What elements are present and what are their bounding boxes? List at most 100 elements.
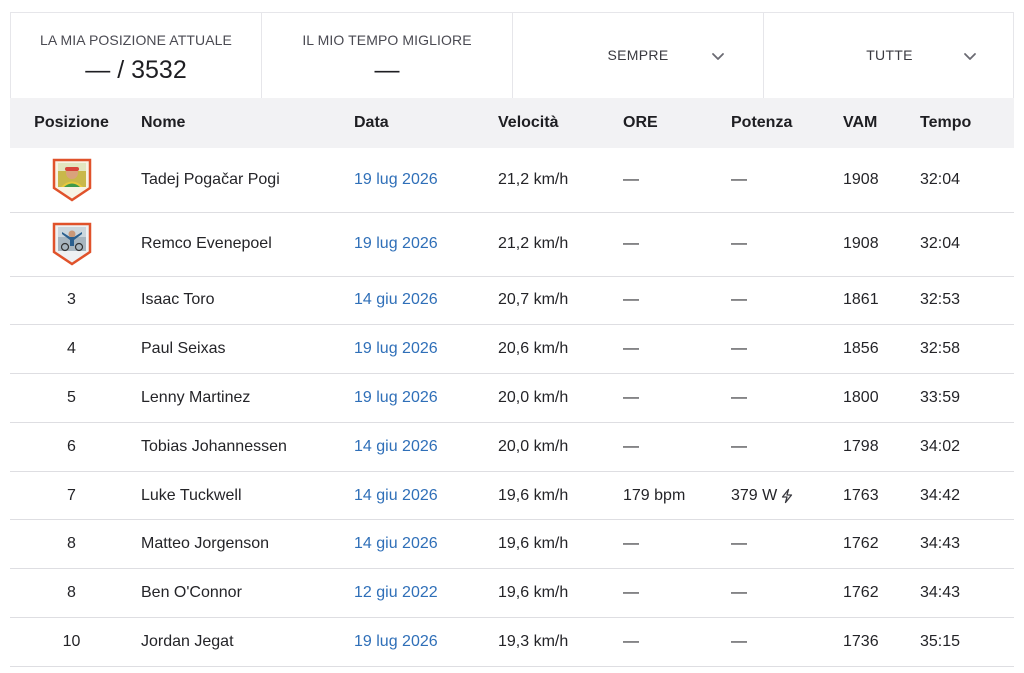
effort-date-link[interactable]: 14 giu 2026	[354, 422, 498, 472]
vam-cell: 1763	[843, 471, 920, 521]
vam-cell: 1798	[843, 422, 920, 472]
rider-name[interactable]: Matteo Jorgenson	[133, 519, 354, 570]
heart-rate-cell: —	[623, 422, 731, 472]
column-header-power[interactable]: Potenza	[731, 98, 843, 148]
power-cell: —	[731, 212, 843, 277]
power-cell: —	[731, 276, 843, 326]
rider-name[interactable]: Paul Seixas	[133, 324, 354, 375]
heart-rate-cell: —	[623, 324, 731, 375]
column-header-name[interactable]: Nome	[133, 98, 354, 148]
rider-name[interactable]: Tadej Pogačar Pogi	[133, 148, 354, 213]
table-row[interactable]: 8 Matteo Jorgenson 14 giu 2026 19,6 km/h…	[10, 519, 1014, 570]
my-position-value: — / 3532	[85, 56, 187, 84]
my-position-cell: LA MIA POSIZIONE ATTUALE — / 3532	[11, 13, 262, 98]
effort-date-link[interactable]: 19 lug 2026	[354, 617, 498, 667]
chevron-down-icon	[712, 53, 724, 60]
vam-cell: 1762	[843, 568, 920, 619]
effort-date-link[interactable]: 19 lug 2026	[354, 212, 498, 277]
table-row[interactable]: 10 Jordan Jegat 19 lug 2026 19,3 km/h — …	[10, 617, 1014, 667]
time-cell: 32:58	[920, 324, 1014, 375]
rider-name[interactable]: Luke Tuckwell	[133, 471, 354, 521]
table-row[interactable]: Tadej Pogačar Pogi 19 lug 2026 21,2 km/h…	[10, 148, 1014, 213]
table-row[interactable]: 3 Isaac Toro 14 giu 2026 20,7 km/h — — 1…	[10, 276, 1014, 326]
position-cell: 5	[10, 373, 133, 423]
column-header-time[interactable]: Tempo	[920, 98, 1014, 148]
vam-cell: 1762	[843, 519, 920, 570]
effort-date-link[interactable]: 19 lug 2026	[354, 373, 498, 423]
time-cell: 32:04	[920, 212, 1014, 277]
time-cell: 35:15	[920, 617, 1014, 667]
table-row[interactable]: 6 Tobias Johannessen 14 giu 2026 20,0 km…	[10, 422, 1014, 472]
column-header-vam[interactable]: VAM	[843, 98, 920, 148]
vam-cell: 1800	[843, 373, 920, 423]
time-cell: 34:02	[920, 422, 1014, 472]
speed-cell: 21,2 km/h	[498, 148, 623, 213]
period-filter-dropdown[interactable]: SEMPRE	[513, 13, 764, 98]
time-cell: 33:59	[920, 373, 1014, 423]
column-header-position[interactable]: Posizione	[10, 98, 133, 148]
effort-date-link[interactable]: 14 giu 2026	[354, 471, 498, 521]
my-position-label: LA MIA POSIZIONE ATTUALE	[40, 32, 232, 48]
heart-rate-cell: —	[623, 373, 731, 423]
column-header-heart-rate[interactable]: ORE	[623, 98, 731, 148]
position-cell: 8	[10, 568, 133, 619]
table-row[interactable]: 5 Lenny Martinez 19 lug 2026 20,0 km/h —…	[10, 373, 1014, 423]
power-cell: 379 W	[731, 471, 843, 521]
my-best-time-cell: IL MIO TEMPO MIGLIORE —	[262, 13, 513, 98]
position-cell: 8	[10, 519, 133, 570]
summary-header: LA MIA POSIZIONE ATTUALE — / 3532 IL MIO…	[10, 12, 1014, 98]
my-best-time-value: —	[374, 56, 400, 84]
leaderboard-table: Posizione Nome Data Velocità ORE Potenza…	[10, 98, 1014, 667]
rider-photo-badge	[52, 158, 91, 202]
power-cell: —	[731, 324, 843, 375]
rider-name[interactable]: Jordan Jegat	[133, 617, 354, 667]
column-header-date[interactable]: Data	[354, 98, 498, 148]
speed-cell: 19,6 km/h	[498, 568, 623, 619]
effort-date-link[interactable]: 19 lug 2026	[354, 324, 498, 375]
rider-name[interactable]: Remco Evenepoel	[133, 212, 354, 277]
position-cell	[10, 212, 133, 277]
heart-rate-cell: —	[623, 568, 731, 619]
heart-rate-cell: —	[623, 617, 731, 667]
lightning-bolt-icon	[782, 488, 793, 503]
power-value-wrap: 379 W	[731, 487, 795, 505]
heart-rate-cell: —	[623, 276, 731, 326]
position-cell: 10	[10, 617, 133, 667]
table-header-row: Posizione Nome Data Velocità ORE Potenza…	[10, 98, 1014, 148]
group-filter-label: TUTTE	[866, 47, 913, 63]
position-cell: 7	[10, 471, 133, 521]
heart-rate-cell: —	[623, 148, 731, 213]
table-row[interactable]: 8 Ben O'Connor 12 giu 2022 19,6 km/h — —…	[10, 568, 1014, 619]
period-filter-label: SEMPRE	[607, 47, 669, 63]
table-row[interactable]: Remco Evenepoel 19 lug 2026 21,2 km/h — …	[10, 212, 1014, 277]
group-filter-dropdown[interactable]: TUTTE	[764, 13, 1015, 98]
position-cell	[10, 148, 133, 213]
speed-cell: 19,3 km/h	[498, 617, 623, 667]
table-row[interactable]: 4 Paul Seixas 19 lug 2026 20,6 km/h — — …	[10, 324, 1014, 375]
vam-cell: 1908	[843, 148, 920, 213]
speed-cell: 21,2 km/h	[498, 212, 623, 277]
power-cell: —	[731, 568, 843, 619]
rider-name[interactable]: Tobias Johannessen	[133, 422, 354, 472]
table-row[interactable]: 7 Luke Tuckwell 14 giu 2026 19,6 km/h 17…	[10, 471, 1014, 521]
effort-date-link[interactable]: 14 giu 2026	[354, 519, 498, 570]
speed-cell: 20,7 km/h	[498, 276, 623, 326]
vam-cell: 1856	[843, 324, 920, 375]
position-cell: 4	[10, 324, 133, 375]
power-cell: —	[731, 148, 843, 213]
time-cell: 34:42	[920, 471, 1014, 521]
rider-name[interactable]: Ben O'Connor	[133, 568, 354, 619]
rider-name[interactable]: Isaac Toro	[133, 276, 354, 326]
effort-date-link[interactable]: 12 giu 2022	[354, 568, 498, 619]
power-cell: —	[731, 519, 843, 570]
rider-name[interactable]: Lenny Martinez	[133, 373, 354, 423]
heart-rate-cell: 179 bpm	[623, 471, 731, 521]
speed-cell: 19,6 km/h	[498, 471, 623, 521]
speed-cell: 20,6 km/h	[498, 324, 623, 375]
time-cell: 32:53	[920, 276, 1014, 326]
effort-date-link[interactable]: 14 giu 2026	[354, 276, 498, 326]
power-value: 379 W	[731, 486, 778, 504]
effort-date-link[interactable]: 19 lug 2026	[354, 148, 498, 213]
power-cell: —	[731, 373, 843, 423]
column-header-speed[interactable]: Velocità	[498, 98, 623, 148]
